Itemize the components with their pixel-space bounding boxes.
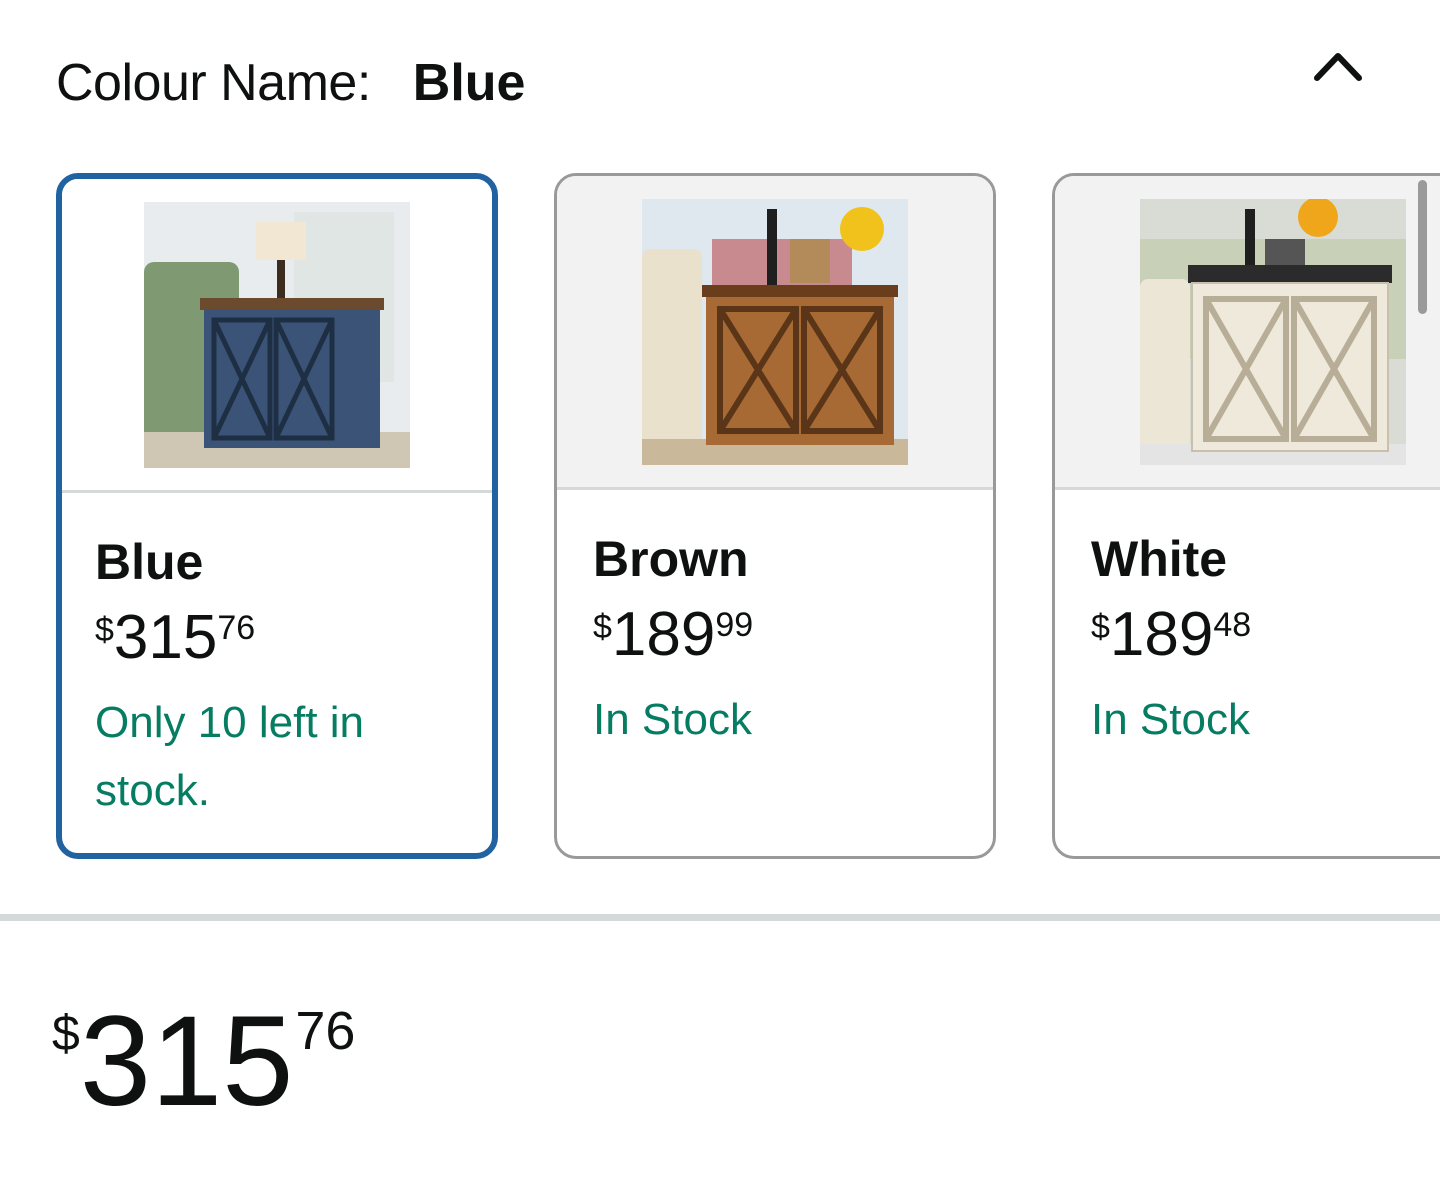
collapse-button[interactable] bbox=[1308, 40, 1368, 90]
selected-variation-value: Blue bbox=[412, 54, 526, 112]
option-price: $ 189 99 bbox=[593, 604, 993, 666]
carousel-scrollbar[interactable] bbox=[1418, 180, 1427, 314]
product-thumbnail bbox=[144, 201, 410, 468]
variation-label: Colour Name: bbox=[56, 54, 371, 112]
product-image-container bbox=[62, 179, 492, 493]
chevron-up-icon bbox=[1314, 53, 1362, 81]
selected-price: $ 315 76 bbox=[52, 998, 355, 1126]
price-fraction: 76 bbox=[217, 609, 256, 647]
price-symbol: $ bbox=[1091, 608, 1110, 646]
price-fraction: 48 bbox=[1213, 606, 1252, 644]
variation-header: Colour Name: Blue bbox=[56, 48, 1440, 118]
colour-option-card[interactable]: Blue $ 315 76 Only 10 left in stock. bbox=[56, 173, 498, 859]
price-whole: 315 bbox=[113, 603, 218, 672]
product-thumbnail bbox=[1140, 198, 1406, 465]
price-symbol: $ bbox=[95, 611, 114, 649]
cabinet-top bbox=[200, 297, 384, 310]
option-name: Brown bbox=[593, 531, 749, 587]
option-price: $ 189 48 bbox=[1091, 604, 1440, 666]
colour-option-card[interactable]: Brown $ 189 99 In Stock bbox=[554, 173, 996, 859]
price-whole: 189 bbox=[1109, 600, 1214, 669]
selected-price-fraction: 76 bbox=[295, 1001, 356, 1061]
price-whole: 189 bbox=[611, 600, 716, 669]
product-thumbnail bbox=[642, 198, 908, 465]
availability-text: In Stock bbox=[593, 695, 752, 744]
product-image-container bbox=[557, 176, 993, 490]
product-image-container bbox=[1055, 176, 1440, 490]
colour-options-carousel[interactable]: Blue $ 315 76 Only 10 left in stock. Bro… bbox=[0, 173, 1440, 863]
price-fraction: 99 bbox=[715, 606, 754, 644]
price-symbol: $ bbox=[593, 608, 612, 646]
availability-text: Only 10 left in stock. bbox=[95, 698, 365, 815]
selected-price-symbol: $ bbox=[52, 1005, 80, 1061]
availability-text: In Stock bbox=[1091, 695, 1250, 744]
option-name: Blue bbox=[95, 534, 204, 590]
selected-price-whole: 315 bbox=[79, 990, 294, 1133]
option-name: White bbox=[1091, 531, 1228, 587]
option-price: $ 315 76 bbox=[95, 607, 492, 669]
colour-option-card[interactable]: White $ 189 48 In Stock bbox=[1052, 173, 1440, 859]
section-divider bbox=[0, 914, 1440, 921]
